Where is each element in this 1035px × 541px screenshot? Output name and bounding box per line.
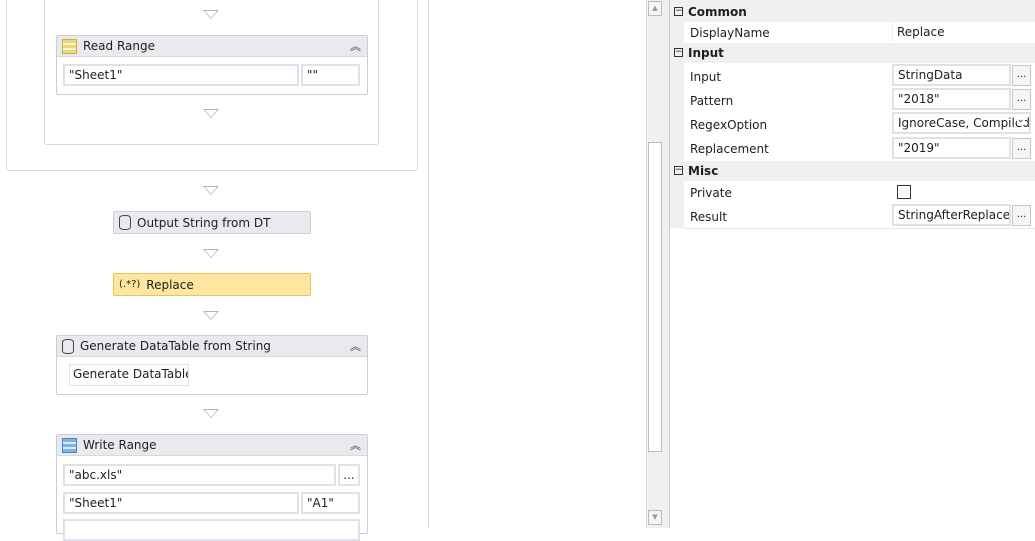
collapse-icon[interactable]: ︽	[350, 38, 361, 54]
result-ellipsis-button[interactable]: ...	[1012, 205, 1031, 226]
activity-title: Output String from DT	[137, 215, 271, 230]
flow-arrow-icon	[203, 311, 219, 320]
col-divider	[892, 22, 893, 42]
flow-arrow-icon	[203, 109, 219, 118]
activity-title: Generate DataTable from String	[80, 339, 271, 353]
result-field[interactable]: StringAfterReplace	[892, 204, 1011, 226]
select-value: IgnoreCase, Compiled	[898, 116, 1030, 130]
property-label: DisplayName	[690, 26, 770, 40]
pattern-ellipsis-button[interactable]: ...	[1012, 89, 1031, 110]
category-label: Common	[688, 5, 747, 19]
replacement-field[interactable]: "2019"	[892, 137, 1011, 159]
collapse-icon[interactable]: −	[674, 166, 683, 175]
sheet-name-input[interactable]: "Sheet1"	[63, 492, 299, 514]
start-cell-input[interactable]: "A1"	[301, 492, 360, 514]
excel-read-icon	[62, 38, 77, 54]
scroll-down-icon[interactable]: ▼	[648, 510, 662, 525]
property-label: Replacement	[690, 142, 769, 156]
category-input[interactable]: − Input	[670, 43, 1035, 63]
category-label: Misc	[688, 164, 719, 178]
collapse-icon[interactable]: −	[674, 7, 683, 16]
excel-write-icon	[62, 437, 77, 453]
generate-datatable-button[interactable]: Generate DataTable...	[69, 364, 189, 386]
collapse-icon[interactable]: −	[674, 48, 683, 57]
sheet-name-input[interactable]: "Sheet1"	[63, 64, 299, 86]
input-ellipsis-button[interactable]: ...	[1012, 65, 1031, 86]
property-label: Input	[690, 70, 722, 84]
category-misc[interactable]: − Misc	[670, 161, 1035, 181]
regex-icon: (.*?)	[119, 279, 141, 290]
range-input[interactable]: ""	[301, 64, 360, 86]
property-label: Result	[690, 210, 728, 224]
scroll-up-icon[interactable]: ▲	[648, 1, 662, 16]
datatable-input[interactable]	[63, 519, 360, 541]
pattern-field[interactable]: "2018"	[892, 88, 1011, 110]
regexoption-select[interactable]: IgnoreCase, Compiled	[892, 112, 1031, 134]
flow-arrow-icon	[203, 10, 219, 19]
grid-bottom	[684, 228, 1035, 229]
flow-arrow-icon	[203, 249, 219, 258]
input-field[interactable]: StringData	[892, 64, 1011, 86]
collapse-icon[interactable]: ︽	[350, 437, 361, 453]
vertical-scrollbar[interactable]: ▲ ▼	[646, 0, 663, 528]
replace-activity[interactable]: (.*?) Replace	[113, 273, 311, 296]
file-path-input[interactable]: "abc.xls"	[63, 464, 336, 486]
chevron-down-icon[interactable]: ⌄	[1017, 115, 1025, 125]
private-checkbox[interactable]	[897, 185, 911, 199]
splitter[interactable]	[663, 0, 670, 528]
browse-button[interactable]: ...	[338, 464, 360, 486]
output-string-activity[interactable]: Output String from DT	[113, 211, 311, 234]
flow-arrow-icon	[203, 409, 219, 418]
collapse-icon[interactable]: ︽	[350, 338, 361, 354]
flow-arrow-icon	[203, 186, 219, 195]
property-label: Private	[690, 186, 732, 200]
activity-title: Replace	[146, 277, 194, 292]
scroll-thumb[interactable]	[648, 142, 662, 452]
category-common[interactable]: − Common	[670, 2, 1035, 22]
database-icon	[119, 215, 131, 230]
activity-title: Write Range	[83, 438, 157, 452]
divider	[428, 0, 429, 528]
activity-title: Read Range	[83, 39, 155, 53]
property-label: RegexOption	[690, 118, 768, 132]
property-label: Pattern	[690, 94, 734, 108]
displayname-value[interactable]: Replace	[897, 25, 944, 39]
category-label: Input	[688, 46, 724, 60]
replacement-ellipsis-button[interactable]: ...	[1012, 138, 1031, 159]
grid-gutter	[670, 0, 684, 228]
database-icon	[62, 338, 74, 354]
